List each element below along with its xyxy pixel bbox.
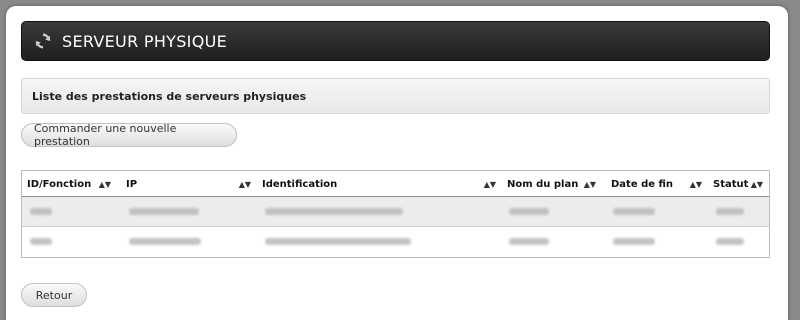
- blurred-cell: [129, 238, 201, 245]
- column-header-id[interactable]: ID/Fonction ▲▼: [27, 171, 111, 197]
- sort-icon: ▲▼: [98, 179, 111, 189]
- column-header-plan[interactable]: Nom du plan ▲▼: [507, 171, 596, 197]
- blurred-cell: [716, 238, 744, 245]
- column-header-status[interactable]: Statut ▲▼: [713, 171, 763, 197]
- column-header-ip[interactable]: IP ▲▼: [126, 171, 251, 197]
- table-header: ID/Fonction ▲▼ IP ▲▼ Identification ▲▼ N…: [22, 171, 769, 197]
- blurred-cell: [613, 208, 655, 215]
- services-table: ID/Fonction ▲▼ IP ▲▼ Identification ▲▼ N…: [21, 170, 770, 258]
- page-title: SERVEUR PHYSIQUE: [62, 31, 228, 51]
- sort-icon: ▲▼: [750, 179, 763, 189]
- column-header-identification[interactable]: Identification ▲▼: [262, 171, 496, 197]
- new-order-button[interactable]: Commander une nouvelle prestation: [21, 122, 237, 148]
- column-header-end-date[interactable]: Date de fin ▲▼: [611, 171, 702, 197]
- blurred-cell: [716, 208, 744, 215]
- back-button[interactable]: Retour: [21, 283, 87, 307]
- blurred-cell: [509, 238, 549, 245]
- sort-icon: ▲▼: [583, 179, 596, 189]
- section-heading: Liste des prestations de serveurs physiq…: [21, 78, 770, 114]
- blurred-cell: [613, 238, 655, 245]
- blurred-cell: [265, 208, 403, 215]
- table-row[interactable]: [22, 197, 769, 227]
- page-header: SERVEUR PHYSIQUE: [21, 21, 770, 61]
- sort-icon: ▲▼: [483, 179, 496, 189]
- table-row[interactable]: [22, 227, 769, 257]
- blurred-cell: [129, 208, 199, 215]
- blurred-cell: [265, 238, 411, 245]
- content-panel: SERVEUR PHYSIQUE Liste des prestations d…: [6, 6, 788, 320]
- blurred-cell: [30, 238, 52, 245]
- blurred-cell: [30, 208, 52, 215]
- refresh-icon: [35, 33, 51, 49]
- sort-icon: ▲▼: [689, 179, 702, 189]
- sort-icon: ▲▼: [238, 179, 251, 189]
- blurred-cell: [509, 208, 549, 215]
